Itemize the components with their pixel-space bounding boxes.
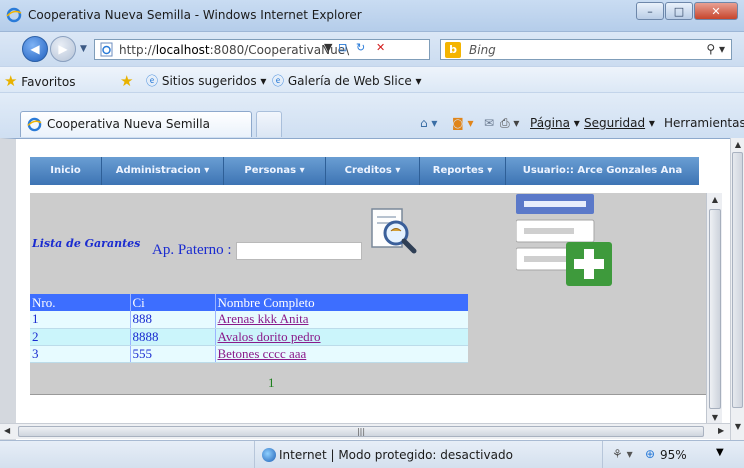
menu-item-inicio[interactable]: Inicio [30, 157, 102, 185]
scroll-right-icon[interactable]: ▶ [718, 426, 724, 435]
column-header-nombre: Nombre Completo [215, 294, 468, 311]
table-row: 2 8888 Avalos dorito pedro [30, 328, 468, 346]
scroll-up-icon[interactable]: ▲ [707, 195, 723, 204]
menu-item-creditos[interactable]: Creditos ▾ [326, 157, 420, 185]
cell-nombre: Avalos dorito pedro [215, 328, 468, 346]
zoom-level[interactable]: 95% [660, 448, 687, 462]
cell-nro: 1 [30, 311, 131, 329]
new-tab-button[interactable] [256, 111, 282, 137]
zoom-dropdown-icon[interactable]: ▼ [716, 447, 724, 458]
menu-item-user[interactable]: Usuario:: Arce Gonzales Ana [506, 157, 699, 185]
scroll-down-icon[interactable]: ▼ [731, 422, 744, 431]
favorites-bar: ★ Favoritos ★ ⓔ Sitios sugeridos ▾ ⓔ Gal… [0, 66, 744, 92]
add-record-icon[interactable] [516, 192, 614, 288]
cell-nro: 3 [30, 345, 131, 363]
ap-paterno-label: Ap. Paterno : [152, 242, 232, 258]
close-button[interactable]: ✕ [694, 2, 738, 20]
internet-explorer-icon [27, 117, 42, 132]
page-icon [100, 42, 113, 57]
guarantor-link[interactable]: Avalos dorito pedro [218, 329, 321, 344]
search-icon[interactable]: ⚲ ▾ [706, 42, 725, 56]
page-icon: ⓔ [146, 74, 159, 88]
scroll-up-icon[interactable]: ▲ [731, 140, 744, 149]
suggested-sites-link[interactable]: ⓔ Sitios sugeridos ▾ [146, 72, 266, 89]
cell-ci: 8888 [130, 328, 216, 346]
horizontal-scrollbar[interactable]: ◀ ||| ▶ [0, 423, 730, 439]
refresh-icon[interactable]: ↻ [356, 41, 365, 54]
recent-pages-dropdown-icon[interactable]: ▼ [80, 44, 87, 54]
internet-explorer-icon [6, 7, 22, 23]
ap-paterno-input[interactable] [236, 242, 362, 260]
menu-item-reportes[interactable]: Reportes ▾ [420, 157, 506, 185]
back-arrow-icon: ◀ [30, 42, 40, 56]
internet-zone-icon [262, 448, 276, 462]
frame-vertical-scrollbar[interactable]: ▲ ▼ [706, 193, 722, 427]
security-zone-text[interactable]: Internet | Modo protegido: desactivado [279, 448, 513, 462]
print-icon[interactable]: ⎙ ▾ [500, 116, 519, 131]
security-menu[interactable]: Seguridad ▾ [584, 116, 655, 130]
forward-arrow-icon: ▶ [58, 42, 68, 56]
column-header-ci: Ci [130, 294, 216, 311]
tab-and-command-bar: Cooperativa Nueva Semilla ⌂ ▾ ◙ ▾ ✉ ⎙ ▾ … [0, 92, 744, 138]
maximize-button[interactable]: □ [665, 2, 693, 20]
status-divider [602, 441, 603, 468]
address-row: ◀ ▶ ▼ http://localhost:8080/CooperativaN… [0, 32, 744, 66]
back-button[interactable]: ◀ [22, 36, 48, 62]
tab-label: Cooperativa Nueva Semilla [47, 117, 210, 131]
menu-item-personas[interactable]: Personas ▾ [224, 157, 326, 185]
tools-menu[interactable]: Herramientas ▾ [664, 116, 744, 130]
compatibility-view-icon[interactable]: ⊡ [338, 41, 347, 54]
bing-icon: b [445, 42, 461, 58]
scroll-thumb[interactable]: ||| [18, 426, 704, 437]
home-icon[interactable]: ⌂ ▾ [420, 116, 437, 130]
page-title: Lista de Garantes [32, 237, 141, 250]
window-title-bar: Cooperativa Nueva Semilla - Windows Inte… [0, 0, 744, 32]
cell-ci: 555 [130, 345, 216, 363]
page-menu[interactable]: Página ▾ [530, 116, 580, 130]
window-title: Cooperativa Nueva Semilla - Windows Inte… [28, 8, 362, 22]
cell-nro: 2 [30, 328, 131, 346]
search-document-icon[interactable] [366, 205, 418, 255]
pager-page-1[interactable]: 1 [268, 375, 275, 391]
protected-mode-icon[interactable]: ⚘ ▾ [612, 447, 633, 461]
page-vertical-scrollbar[interactable]: ▲ ▼ [730, 138, 744, 440]
guarantor-link[interactable]: Betones cccc aaa [218, 346, 307, 361]
favorites-star-icon: ★ [4, 72, 18, 90]
status-bar: Internet | Modo protegido: desactivado ⚘… [0, 440, 744, 468]
page-icon: ⓔ [272, 74, 285, 88]
tab-cooperativa[interactable]: Cooperativa Nueva Semilla [20, 111, 252, 137]
search-placeholder: Bing [469, 43, 496, 57]
scroll-down-icon[interactable]: ▼ [707, 413, 723, 422]
scroll-left-icon[interactable]: ◀ [4, 426, 10, 435]
scroll-thumb[interactable] [732, 152, 743, 408]
table-row: 3 555 Betones cccc aaa [30, 345, 468, 363]
zoom-icon: ⊕ [645, 447, 656, 461]
forward-button[interactable]: ▶ [50, 36, 76, 62]
cell-nombre: Arenas kkk Anita [215, 311, 468, 329]
favorites-button[interactable]: ★ Favoritos [4, 72, 75, 90]
table-header-row: Nro. Ci Nombre Completo [30, 294, 468, 311]
guarantors-table: Nro. Ci Nombre Completo 1 888 Arenas kkk… [30, 294, 468, 363]
status-divider [254, 441, 255, 468]
scroll-thumb[interactable] [709, 209, 721, 409]
address-dropdown-icon[interactable]: ▼ [324, 41, 332, 54]
add-favorites-icon[interactable]: ★ [120, 72, 133, 90]
stop-icon[interactable]: ✕ [376, 41, 385, 54]
menu-item-administracion[interactable]: Administracion ▾ [102, 157, 224, 185]
read-mail-icon[interactable]: ✉ [484, 116, 494, 130]
cell-ci: 888 [130, 311, 216, 329]
web-slice-gallery-link[interactable]: ⓔ Galería de Web Slice ▾ [272, 72, 422, 89]
cell-nombre: Betones cccc aaa [215, 345, 468, 363]
table-row: 1 888 Arenas kkk Anita [30, 311, 468, 329]
guarantor-link[interactable]: Arenas kkk Anita [218, 311, 309, 326]
column-header-nro: Nro. [30, 294, 131, 311]
feeds-icon[interactable]: ◙ ▾ [452, 116, 473, 130]
search-box[interactable]: b Bing ⚲ ▾ [440, 39, 732, 60]
minimize-button[interactable]: – [636, 2, 664, 20]
app-main-menu: Inicio Administracion ▾ Personas ▾ Credi… [30, 157, 699, 185]
url-text: http://localhost:8080/CooperativaNue\ [119, 43, 350, 57]
